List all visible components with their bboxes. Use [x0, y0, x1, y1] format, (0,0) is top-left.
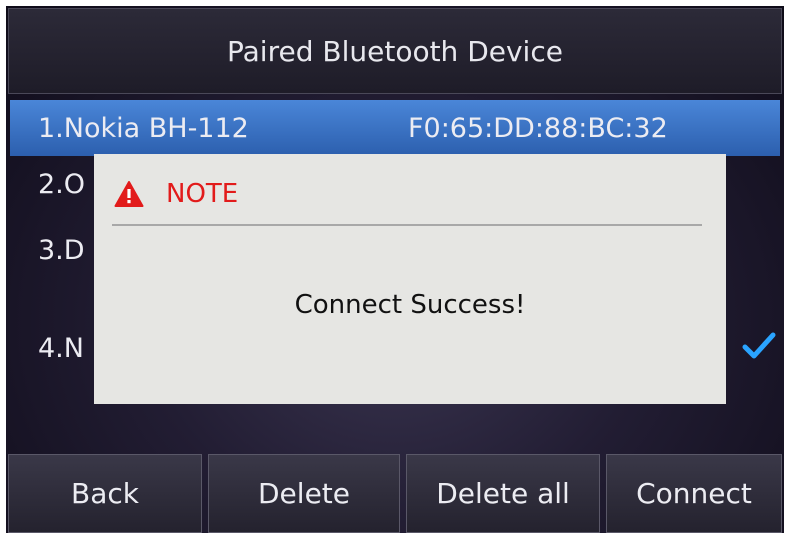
device-name: 4.N — [38, 332, 84, 364]
dialog-header: NOTE — [114, 174, 238, 214]
screen-title-bar: Paired Bluetooth Device — [8, 8, 782, 94]
device-mac-address: F0:65:DD:88:BC:32 — [408, 112, 668, 144]
checkmark-icon — [742, 326, 776, 370]
warning-icon — [114, 181, 144, 207]
softkey-bar: Back Delete Delete all Connect — [6, 454, 784, 533]
back-button[interactable]: Back — [8, 454, 202, 533]
device-name: 2.O — [38, 168, 86, 200]
dialog-title: NOTE — [166, 179, 239, 209]
delete-button[interactable]: Delete — [208, 454, 400, 533]
connect-button[interactable]: Connect — [606, 454, 782, 533]
device-name: 1.Nokia BH-112 — [38, 112, 249, 144]
dialog-message: Connect Success! — [294, 290, 526, 320]
delete-all-button[interactable]: Delete all — [406, 454, 600, 533]
phone-screen: Paired Bluetooth Device 1.Nokia BH-112 F… — [6, 6, 784, 533]
note-dialog: NOTE Connect Success! — [94, 154, 726, 404]
page-title: Paired Bluetooth Device — [227, 34, 563, 68]
dialog-divider — [112, 224, 702, 226]
device-name: 3.D — [38, 234, 85, 266]
device-row-1[interactable]: 1.Nokia BH-112 F0:65:DD:88:BC:32 — [10, 100, 780, 156]
